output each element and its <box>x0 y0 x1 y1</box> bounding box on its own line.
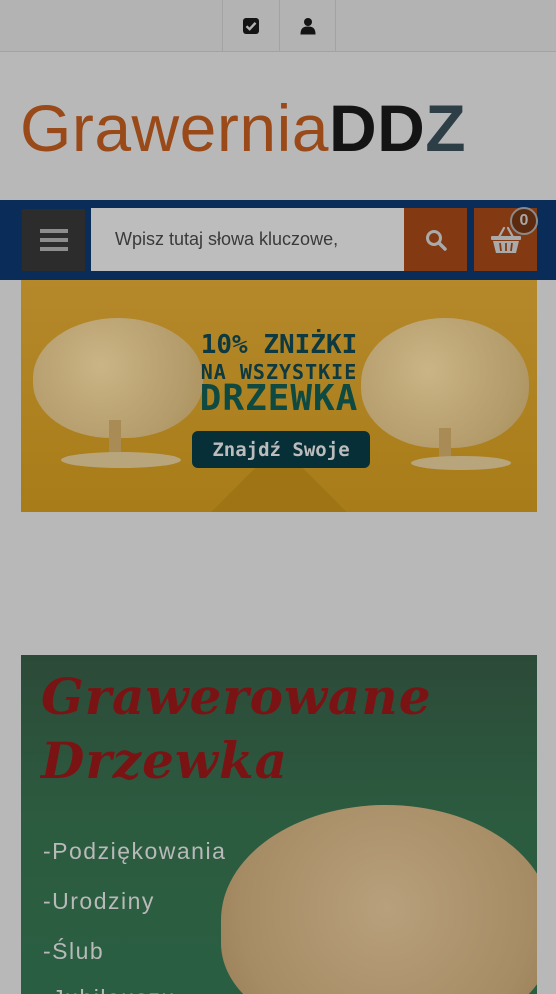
account-button[interactable] <box>279 0 336 51</box>
checklist-button[interactable] <box>222 0 279 51</box>
logo-text-grawernia: Grawernia <box>20 91 329 165</box>
category-item-birthday: -Urodziny <box>43 888 155 914</box>
site-logo[interactable]: GrawerniaDDZ <box>20 92 466 164</box>
promo-product-name: DRZEWKA <box>199 378 359 419</box>
search-button[interactable] <box>404 208 467 271</box>
cart-count-badge: 0 <box>510 207 538 235</box>
top-bar <box>0 0 556 52</box>
promo-headline: 10% ZNIŻKI <box>200 330 358 360</box>
search-input[interactable] <box>91 208 404 271</box>
check-square-icon <box>243 17 259 34</box>
header-logo-area: GrawerniaDDZ <box>0 52 556 200</box>
promo-banner[interactable]: 10% ZNIŻKI NA WSZYSTKIE DRZEWKA Znajdź S… <box>21 280 537 512</box>
category-banner[interactable]: Grawerowane Drzewka -Podziękowania -Urod… <box>21 655 537 994</box>
category-item-jubilee: -Jubileuszu <box>43 985 176 994</box>
main-navbar <box>0 200 556 280</box>
find-yours-button[interactable]: Znajdź Swoje <box>192 431 370 468</box>
category-item-wedding: -Ślub <box>43 938 105 964</box>
category-title-line1: Grawerowane <box>41 667 432 726</box>
category-item-thanks: -Podziękowania <box>43 838 227 864</box>
engraved-tree-illustration <box>221 805 537 994</box>
logo-text-z: Z <box>425 91 467 165</box>
menu-toggle-button[interactable] <box>22 209 85 271</box>
category-title-line2: Drzewka <box>41 731 288 790</box>
search-icon <box>425 229 447 251</box>
hamburger-icon <box>39 229 68 251</box>
user-icon <box>300 17 315 34</box>
logo-text-dd: DD <box>328 91 426 165</box>
